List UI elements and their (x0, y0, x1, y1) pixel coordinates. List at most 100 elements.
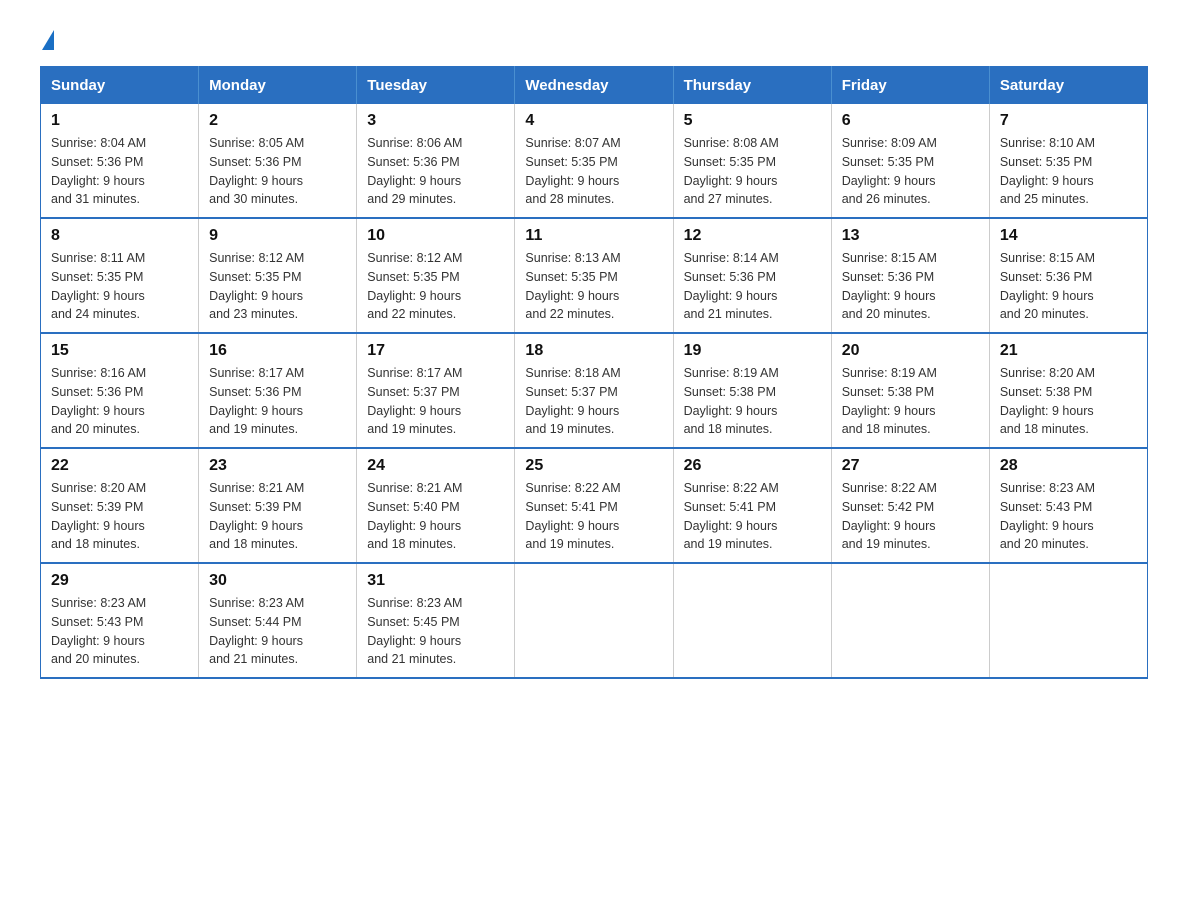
day-info: Sunrise: 8:05 AM Sunset: 5:36 PM Dayligh… (209, 134, 346, 209)
day-info: Sunrise: 8:12 AM Sunset: 5:35 PM Dayligh… (209, 249, 346, 324)
calendar-day-cell: 18 Sunrise: 8:18 AM Sunset: 5:37 PM Dayl… (515, 333, 673, 448)
calendar-day-cell: 24 Sunrise: 8:21 AM Sunset: 5:40 PM Dayl… (357, 448, 515, 563)
calendar-week-row: 15 Sunrise: 8:16 AM Sunset: 5:36 PM Dayl… (41, 333, 1148, 448)
calendar-day-cell: 10 Sunrise: 8:12 AM Sunset: 5:35 PM Dayl… (357, 218, 515, 333)
calendar-day-cell: 31 Sunrise: 8:23 AM Sunset: 5:45 PM Dayl… (357, 563, 515, 678)
calendar-day-cell (831, 563, 989, 678)
day-of-week-header: Wednesday (515, 67, 673, 105)
day-info: Sunrise: 8:22 AM Sunset: 5:41 PM Dayligh… (525, 479, 662, 554)
day-info: Sunrise: 8:23 AM Sunset: 5:45 PM Dayligh… (367, 594, 504, 669)
day-info: Sunrise: 8:17 AM Sunset: 5:36 PM Dayligh… (209, 364, 346, 439)
day-of-week-header: Saturday (989, 67, 1147, 105)
day-info: Sunrise: 8:23 AM Sunset: 5:43 PM Dayligh… (51, 594, 188, 669)
day-info: Sunrise: 8:17 AM Sunset: 5:37 PM Dayligh… (367, 364, 504, 439)
day-info: Sunrise: 8:19 AM Sunset: 5:38 PM Dayligh… (842, 364, 979, 439)
calendar-day-cell (515, 563, 673, 678)
calendar-day-cell: 21 Sunrise: 8:20 AM Sunset: 5:38 PM Dayl… (989, 333, 1147, 448)
day-info: Sunrise: 8:20 AM Sunset: 5:38 PM Dayligh… (1000, 364, 1137, 439)
day-number: 4 (525, 112, 662, 130)
calendar-day-cell: 26 Sunrise: 8:22 AM Sunset: 5:41 PM Dayl… (673, 448, 831, 563)
calendar-day-cell: 22 Sunrise: 8:20 AM Sunset: 5:39 PM Dayl… (41, 448, 199, 563)
calendar-week-row: 22 Sunrise: 8:20 AM Sunset: 5:39 PM Dayl… (41, 448, 1148, 563)
calendar-header: SundayMondayTuesdayWednesdayThursdayFrid… (41, 67, 1148, 105)
day-number: 28 (1000, 457, 1137, 475)
calendar-day-cell (673, 563, 831, 678)
calendar-day-cell: 23 Sunrise: 8:21 AM Sunset: 5:39 PM Dayl… (199, 448, 357, 563)
calendar-day-cell: 2 Sunrise: 8:05 AM Sunset: 5:36 PM Dayli… (199, 104, 357, 218)
day-number: 19 (684, 342, 821, 360)
calendar-day-cell: 5 Sunrise: 8:08 AM Sunset: 5:35 PM Dayli… (673, 104, 831, 218)
day-number: 3 (367, 112, 504, 130)
calendar-day-cell: 14 Sunrise: 8:15 AM Sunset: 5:36 PM Dayl… (989, 218, 1147, 333)
day-info: Sunrise: 8:07 AM Sunset: 5:35 PM Dayligh… (525, 134, 662, 209)
calendar-day-cell: 11 Sunrise: 8:13 AM Sunset: 5:35 PM Dayl… (515, 218, 673, 333)
calendar-body: 1 Sunrise: 8:04 AM Sunset: 5:36 PM Dayli… (41, 104, 1148, 678)
day-number: 20 (842, 342, 979, 360)
day-number: 6 (842, 112, 979, 130)
calendar-day-cell: 6 Sunrise: 8:09 AM Sunset: 5:35 PM Dayli… (831, 104, 989, 218)
day-number: 15 (51, 342, 188, 360)
day-info: Sunrise: 8:23 AM Sunset: 5:43 PM Dayligh… (1000, 479, 1137, 554)
calendar-day-cell: 4 Sunrise: 8:07 AM Sunset: 5:35 PM Dayli… (515, 104, 673, 218)
calendar-day-cell: 20 Sunrise: 8:19 AM Sunset: 5:38 PM Dayl… (831, 333, 989, 448)
day-number: 16 (209, 342, 346, 360)
calendar-day-cell: 7 Sunrise: 8:10 AM Sunset: 5:35 PM Dayli… (989, 104, 1147, 218)
day-number: 22 (51, 457, 188, 475)
day-number: 25 (525, 457, 662, 475)
calendar-day-cell: 17 Sunrise: 8:17 AM Sunset: 5:37 PM Dayl… (357, 333, 515, 448)
day-number: 7 (1000, 112, 1137, 130)
day-number: 10 (367, 227, 504, 245)
day-info: Sunrise: 8:19 AM Sunset: 5:38 PM Dayligh… (684, 364, 821, 439)
calendar-day-cell: 27 Sunrise: 8:22 AM Sunset: 5:42 PM Dayl… (831, 448, 989, 563)
day-number: 11 (525, 227, 662, 245)
day-info: Sunrise: 8:08 AM Sunset: 5:35 PM Dayligh… (684, 134, 821, 209)
day-of-week-header: Sunday (41, 67, 199, 105)
calendar-table: SundayMondayTuesdayWednesdayThursdayFrid… (40, 66, 1148, 679)
day-number: 21 (1000, 342, 1137, 360)
calendar-week-row: 29 Sunrise: 8:23 AM Sunset: 5:43 PM Dayl… (41, 563, 1148, 678)
day-number: 31 (367, 572, 504, 590)
calendar-day-cell: 29 Sunrise: 8:23 AM Sunset: 5:43 PM Dayl… (41, 563, 199, 678)
calendar-week-row: 1 Sunrise: 8:04 AM Sunset: 5:36 PM Dayli… (41, 104, 1148, 218)
calendar-day-cell: 28 Sunrise: 8:23 AM Sunset: 5:43 PM Dayl… (989, 448, 1147, 563)
day-number: 1 (51, 112, 188, 130)
logo-triangle-icon (42, 30, 54, 50)
day-info: Sunrise: 8:22 AM Sunset: 5:41 PM Dayligh… (684, 479, 821, 554)
calendar-day-cell: 12 Sunrise: 8:14 AM Sunset: 5:36 PM Dayl… (673, 218, 831, 333)
day-number: 8 (51, 227, 188, 245)
day-number: 30 (209, 572, 346, 590)
page-header (40, 30, 1148, 46)
day-number: 14 (1000, 227, 1137, 245)
calendar-day-cell: 8 Sunrise: 8:11 AM Sunset: 5:35 PM Dayli… (41, 218, 199, 333)
day-number: 27 (842, 457, 979, 475)
calendar-day-cell: 13 Sunrise: 8:15 AM Sunset: 5:36 PM Dayl… (831, 218, 989, 333)
day-info: Sunrise: 8:20 AM Sunset: 5:39 PM Dayligh… (51, 479, 188, 554)
day-number: 9 (209, 227, 346, 245)
day-info: Sunrise: 8:04 AM Sunset: 5:36 PM Dayligh… (51, 134, 188, 209)
calendar-week-row: 8 Sunrise: 8:11 AM Sunset: 5:35 PM Dayli… (41, 218, 1148, 333)
day-number: 5 (684, 112, 821, 130)
day-of-week-header: Friday (831, 67, 989, 105)
day-info: Sunrise: 8:14 AM Sunset: 5:36 PM Dayligh… (684, 249, 821, 324)
day-number: 23 (209, 457, 346, 475)
calendar-day-cell: 19 Sunrise: 8:19 AM Sunset: 5:38 PM Dayl… (673, 333, 831, 448)
day-number: 29 (51, 572, 188, 590)
day-number: 17 (367, 342, 504, 360)
calendar-day-cell: 16 Sunrise: 8:17 AM Sunset: 5:36 PM Dayl… (199, 333, 357, 448)
day-number: 12 (684, 227, 821, 245)
day-number: 18 (525, 342, 662, 360)
day-number: 2 (209, 112, 346, 130)
day-info: Sunrise: 8:18 AM Sunset: 5:37 PM Dayligh… (525, 364, 662, 439)
day-info: Sunrise: 8:16 AM Sunset: 5:36 PM Dayligh… (51, 364, 188, 439)
calendar-day-cell: 25 Sunrise: 8:22 AM Sunset: 5:41 PM Dayl… (515, 448, 673, 563)
day-info: Sunrise: 8:22 AM Sunset: 5:42 PM Dayligh… (842, 479, 979, 554)
day-number: 24 (367, 457, 504, 475)
day-info: Sunrise: 8:11 AM Sunset: 5:35 PM Dayligh… (51, 249, 188, 324)
calendar-day-cell: 3 Sunrise: 8:06 AM Sunset: 5:36 PM Dayli… (357, 104, 515, 218)
day-info: Sunrise: 8:23 AM Sunset: 5:44 PM Dayligh… (209, 594, 346, 669)
days-of-week-row: SundayMondayTuesdayWednesdayThursdayFrid… (41, 67, 1148, 105)
day-info: Sunrise: 8:13 AM Sunset: 5:35 PM Dayligh… (525, 249, 662, 324)
day-info: Sunrise: 8:21 AM Sunset: 5:39 PM Dayligh… (209, 479, 346, 554)
logo (40, 30, 54, 46)
day-of-week-header: Monday (199, 67, 357, 105)
